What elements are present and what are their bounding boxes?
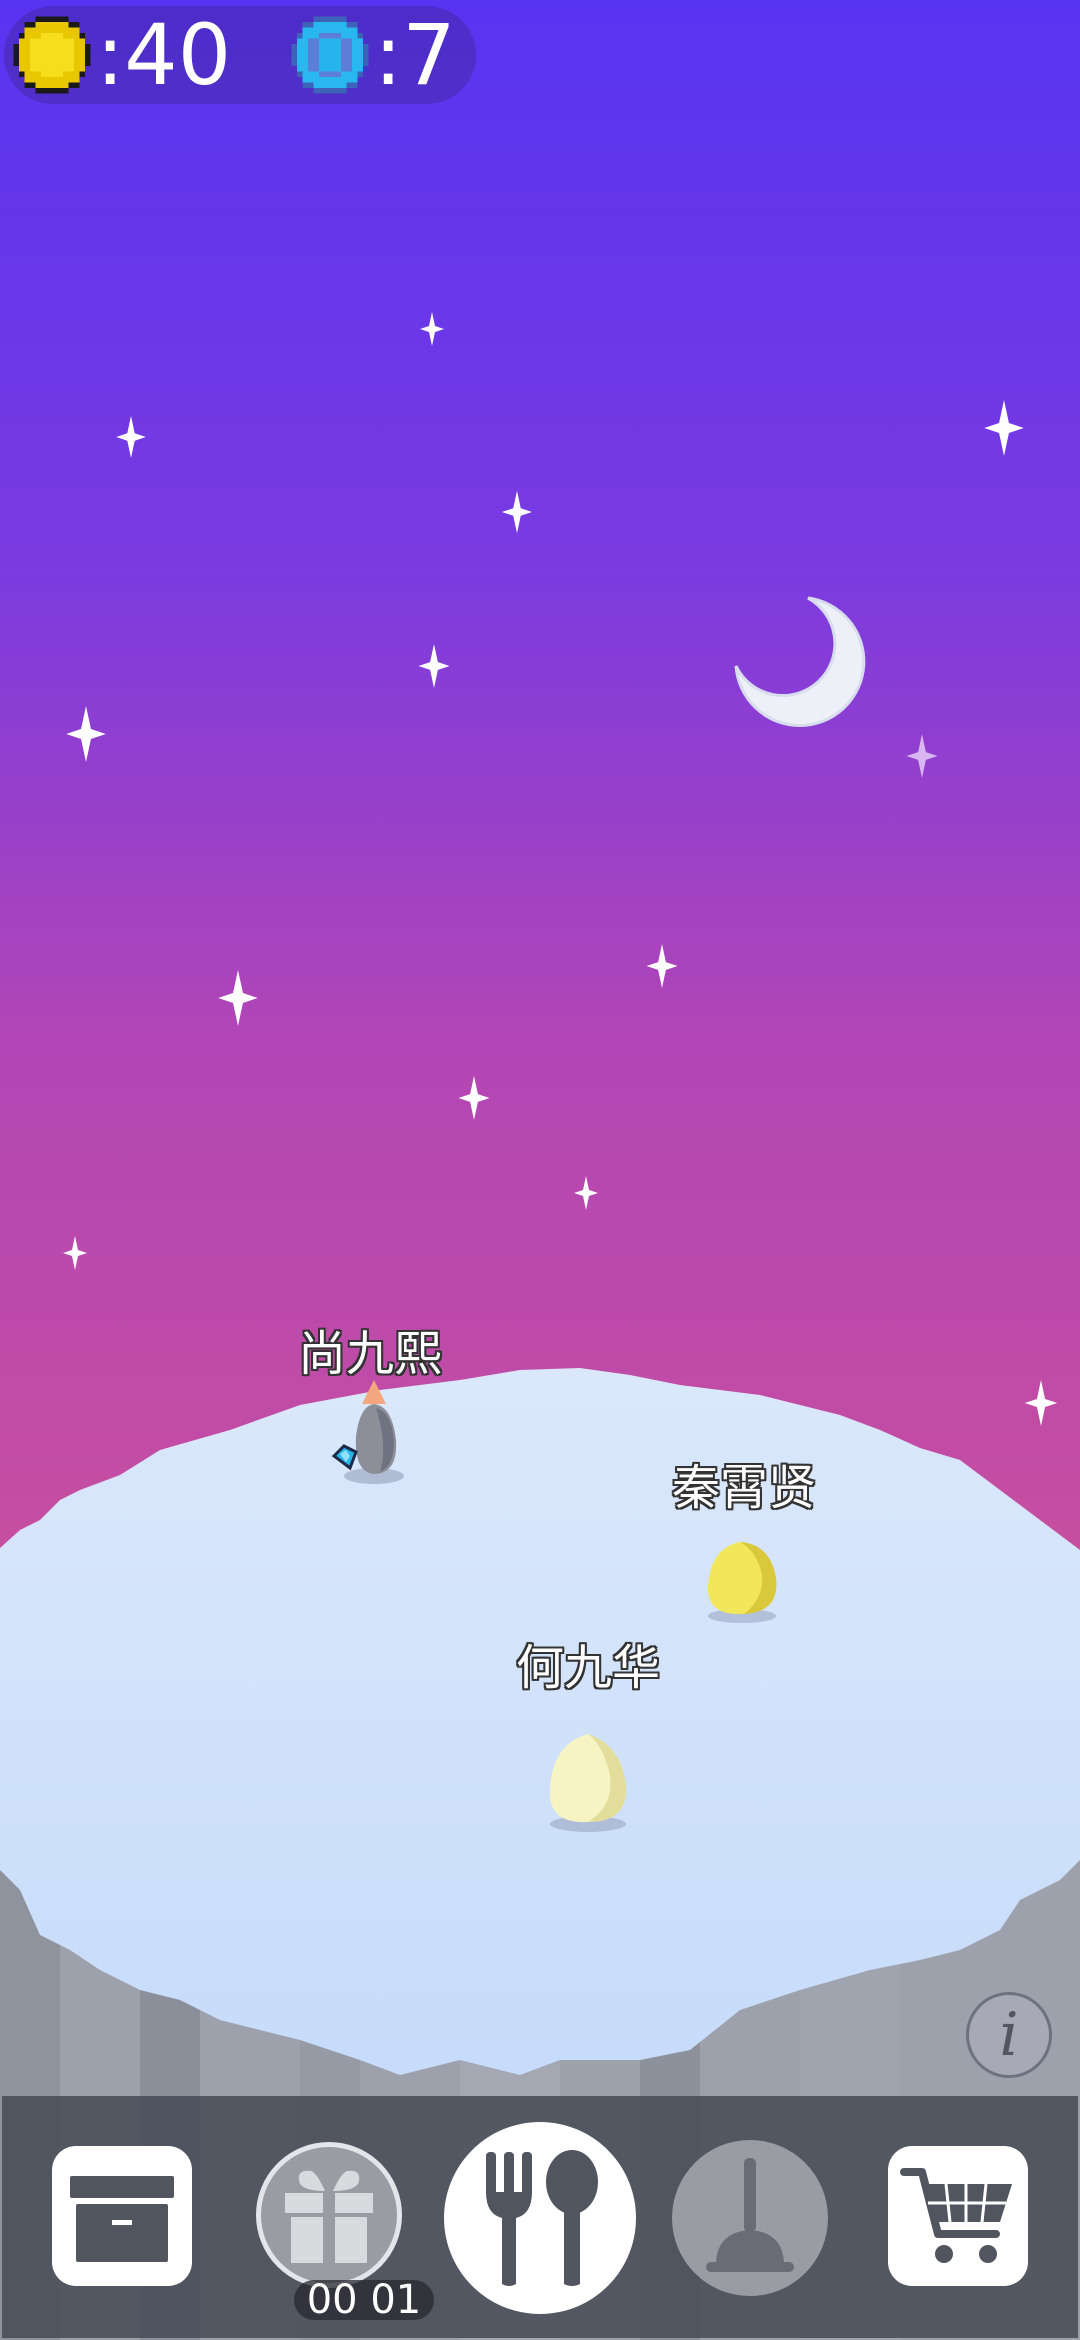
- feed-button[interactable]: [444, 2122, 636, 2314]
- info-button[interactable]: i: [966, 1992, 1052, 2078]
- clean-button[interactable]: [672, 2140, 828, 2296]
- coin-count: :40: [96, 6, 232, 104]
- cream-pet[interactable]: [542, 1730, 632, 1834]
- gift-button[interactable]: [256, 2142, 402, 2288]
- sky: [0, 0, 1080, 1600]
- sparkle-star: [502, 490, 532, 534]
- gift-timer: 00 01: [294, 2280, 434, 2320]
- sparkle-star: [458, 1076, 490, 1120]
- blue-gem-icon: [291, 16, 369, 94]
- sparkle-star: [646, 944, 678, 988]
- gift-icon: [285, 2170, 373, 2263]
- sparkle-star: [906, 734, 938, 778]
- shop-button[interactable]: [888, 2146, 1028, 2286]
- sparkle-star: [574, 1176, 598, 1210]
- gold-coin-icon: [13, 16, 91, 94]
- plunger-icon: [706, 2158, 794, 2272]
- sparkle-star: [418, 644, 450, 688]
- info-icon: i: [999, 2000, 1019, 2070]
- pet-name-label: 尚九熙: [297, 1326, 443, 1382]
- pet-name-label: 秦霄贤: [671, 1460, 817, 1516]
- game-scene: [0, 0, 1080, 2340]
- sparkle-star: [63, 1236, 87, 1270]
- gem-counter: :7: [286, 12, 456, 98]
- sparkle-star: [218, 970, 258, 1026]
- yellow-pet[interactable]: [700, 1538, 784, 1624]
- sparkle-star: [1024, 1380, 1058, 1426]
- sparkle-star: [116, 416, 146, 458]
- pet-name-label: 何九华: [515, 1640, 661, 1696]
- gem-count: :7: [374, 6, 456, 104]
- sparkle-star: [984, 400, 1024, 456]
- storage-box-icon: [70, 2176, 174, 2262]
- shopping-cart-icon: [900, 2168, 1012, 2263]
- grey-pet[interactable]: [326, 1376, 410, 1486]
- coin-counter: :40: [8, 12, 231, 98]
- sparkle-star: [420, 312, 444, 346]
- fork-spoon-icon: [486, 2150, 598, 2286]
- storage-button[interactable]: [52, 2146, 192, 2286]
- sparkle-star: [66, 706, 106, 762]
- currency-hud: :40 :7: [4, 6, 476, 104]
